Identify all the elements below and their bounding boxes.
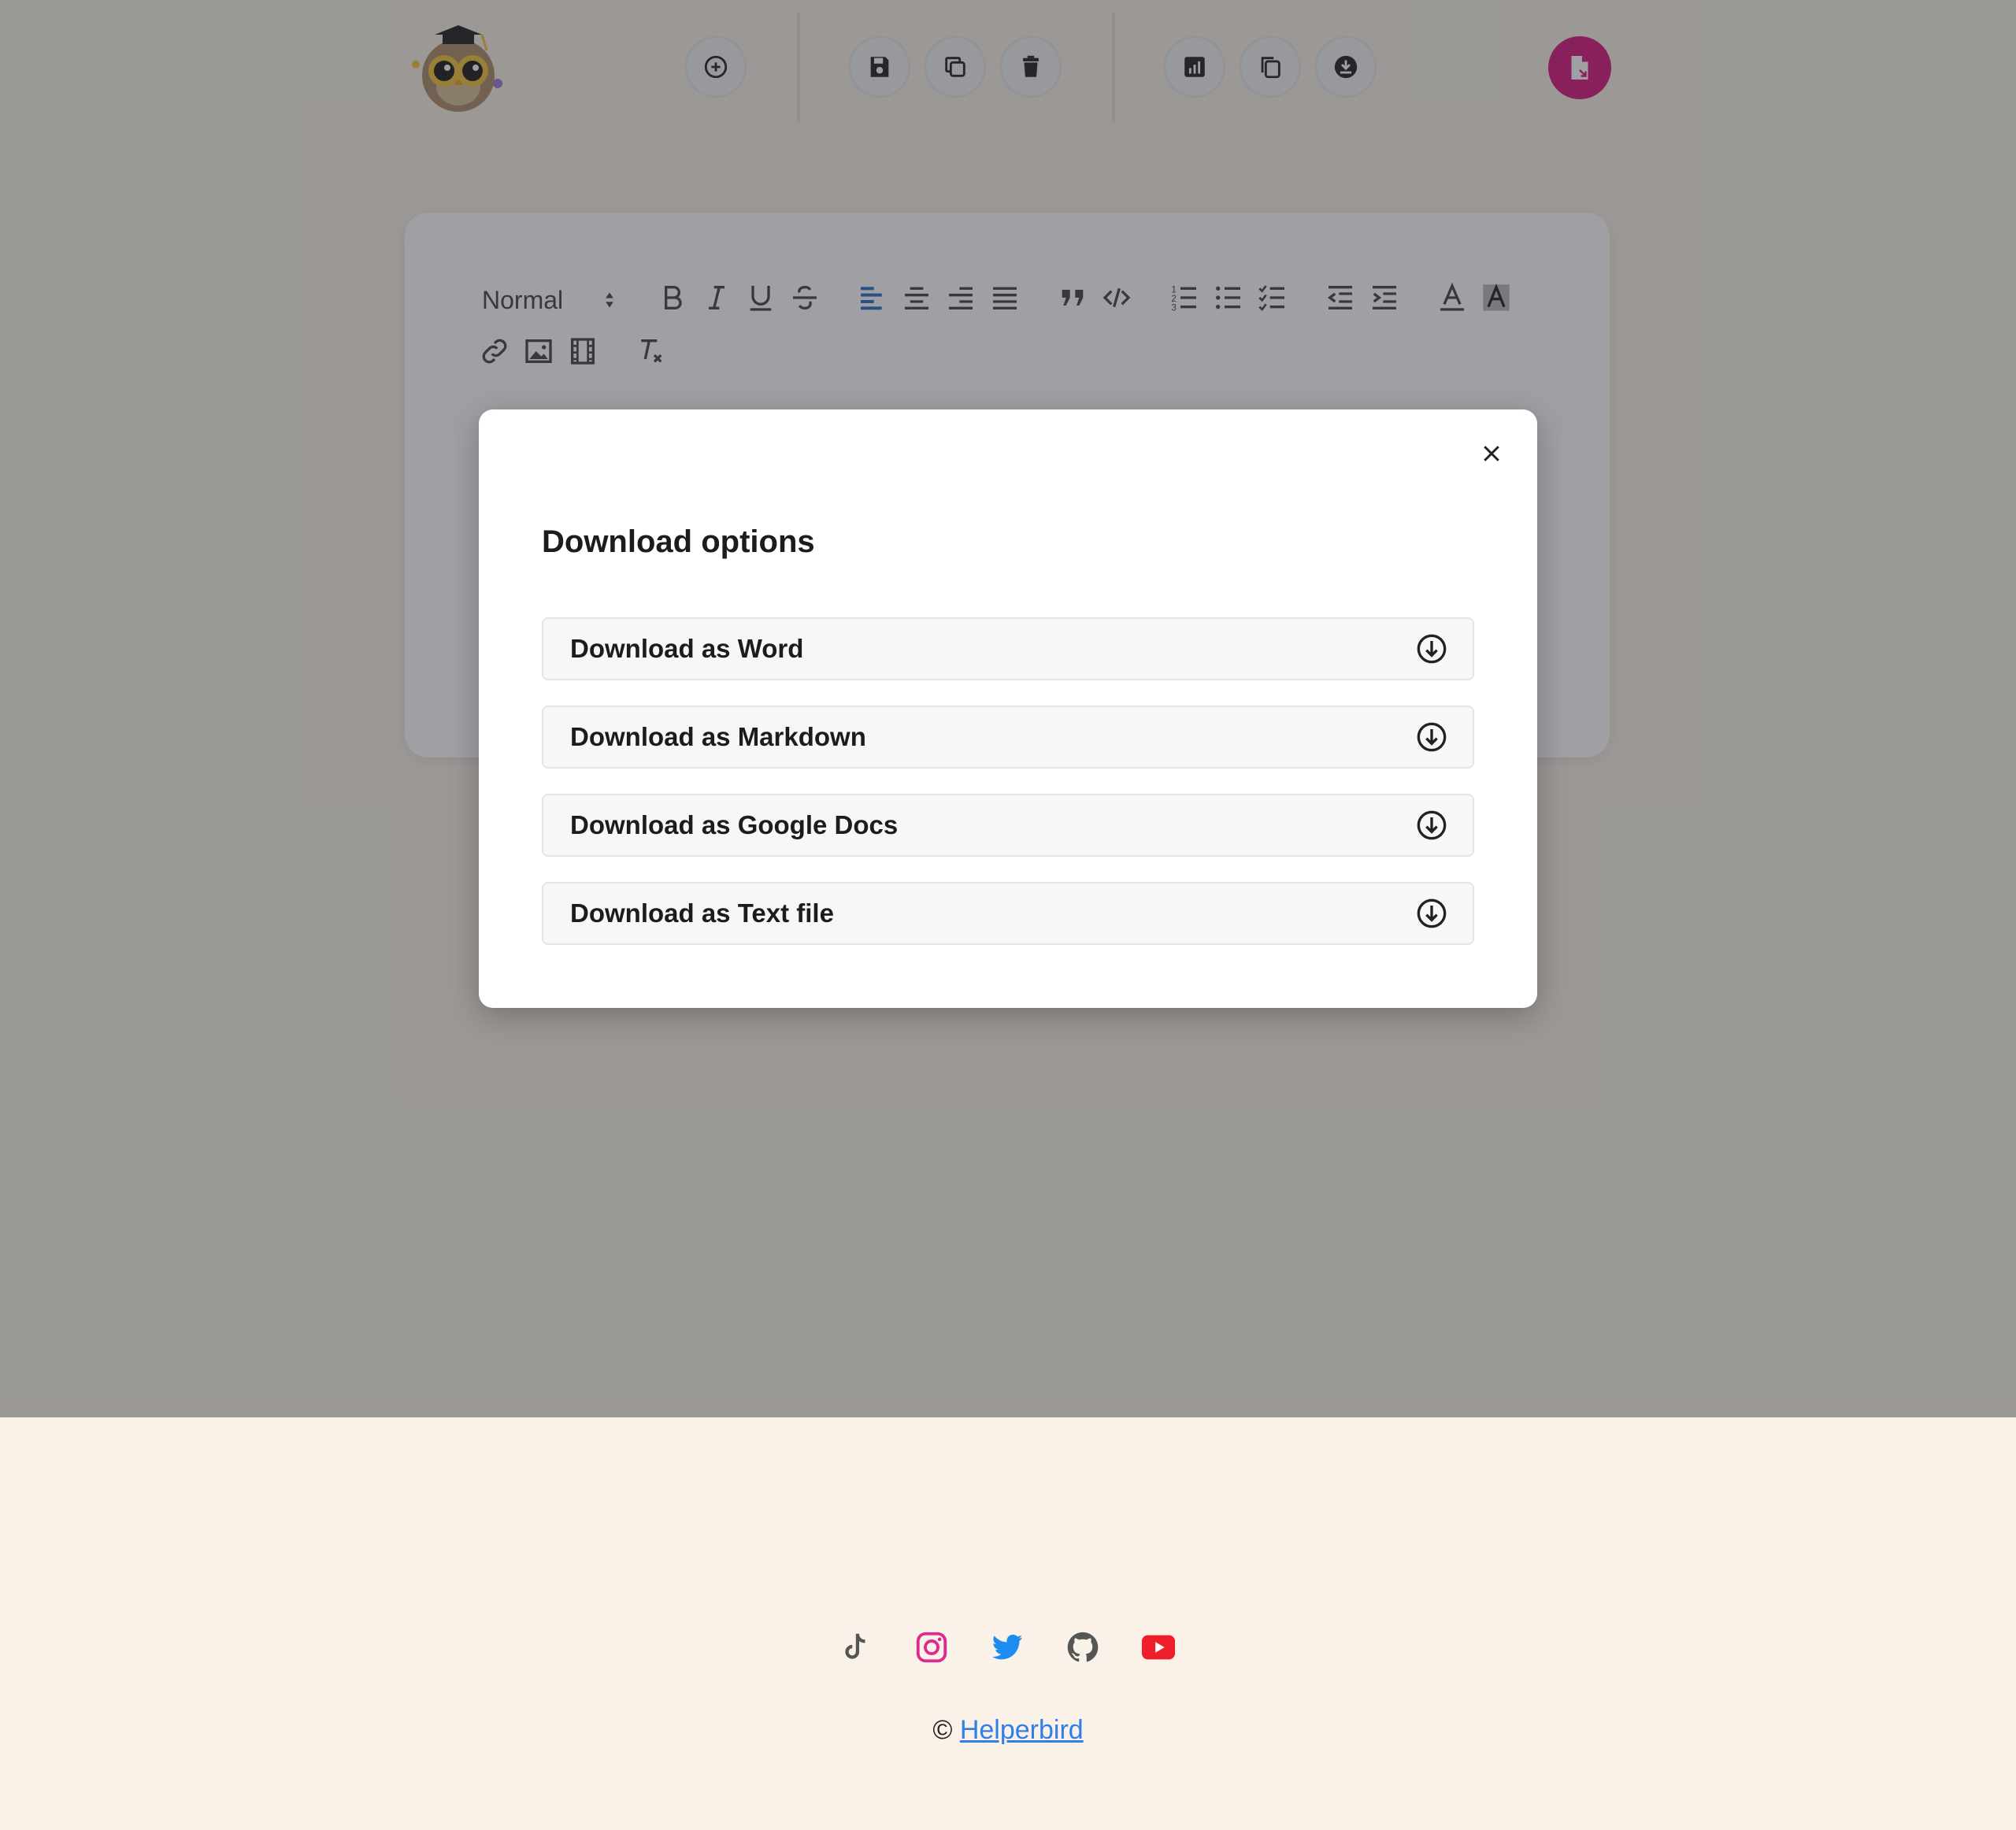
download-arrow-icon (1417, 722, 1447, 752)
option-label: Download as Word (570, 634, 804, 663)
youtube-icon (1141, 1635, 1176, 1660)
download-markdown-option[interactable]: Download as Markdown (542, 706, 1474, 769)
download-word-option[interactable]: Download as Word (542, 617, 1474, 680)
tiktok-link[interactable] (836, 1627, 876, 1668)
modal-title: Download options (542, 524, 815, 559)
copyright: © Helperbird (0, 1715, 2016, 1746)
twitter-link[interactable] (987, 1627, 1028, 1668)
helperbird-link[interactable]: Helperbird (960, 1715, 1084, 1745)
twitter-icon (991, 1634, 1023, 1660)
footer (0, 1417, 2016, 1830)
copyright-symbol: © (932, 1715, 953, 1745)
download-google-docs-option[interactable]: Download as Google Docs (542, 794, 1474, 857)
download-arrow-icon (1417, 898, 1447, 928)
instagram-icon (916, 1632, 947, 1663)
close-icon (1484, 446, 1499, 461)
download-text-file-option[interactable]: Download as Text file (542, 882, 1474, 945)
option-label: Download as Text file (570, 898, 834, 928)
download-options-modal: Download options Download as Word Downlo… (479, 409, 1537, 1008)
youtube-link[interactable] (1138, 1627, 1179, 1668)
option-label: Download as Google Docs (570, 810, 899, 839)
modal-close-button[interactable] (1474, 436, 1509, 471)
github-icon (1067, 1632, 1099, 1662)
github-link[interactable] (1062, 1627, 1103, 1668)
download-arrow-icon (1417, 634, 1447, 664)
download-arrow-icon (1417, 810, 1447, 840)
tiktok-icon (845, 1633, 865, 1659)
option-label: Download as Markdown (570, 722, 866, 751)
instagram-link[interactable] (911, 1627, 952, 1668)
